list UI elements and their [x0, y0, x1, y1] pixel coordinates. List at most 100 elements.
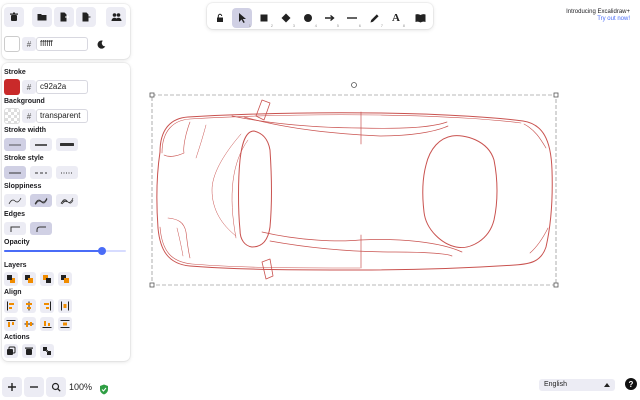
align-right-button[interactable]: [40, 299, 54, 313]
text-icon: A: [392, 12, 400, 24]
export-file-icon: [60, 12, 69, 22]
bring-forward-button[interactable]: [40, 272, 54, 286]
delete-button[interactable]: [22, 344, 36, 358]
reset-zoom-button[interactable]: [46, 377, 66, 397]
collaborate-button[interactable]: [106, 7, 126, 27]
selection-handles[interactable]: [149, 92, 559, 288]
stroke-width-thin[interactable]: [4, 138, 26, 151]
opacity-slider[interactable]: [4, 247, 126, 255]
stroke-width-extra-bold[interactable]: [56, 138, 78, 151]
round-corner-icon: [36, 226, 46, 232]
layers-label: Layers: [4, 262, 27, 269]
send-backward-icon: [25, 275, 33, 283]
duplicate-button[interactable]: [4, 344, 18, 358]
clear-canvas-button[interactable]: [4, 7, 24, 27]
send-to-back-button[interactable]: [4, 272, 18, 286]
top-left-panel: # ffffff: [2, 4, 130, 59]
library-tool[interactable]: [410, 8, 430, 28]
stroke-hex-input[interactable]: c92a2a: [36, 80, 88, 94]
rotation-handle[interactable]: [351, 82, 357, 88]
opacity-thumb[interactable]: [98, 247, 106, 255]
stroke-hash: #: [22, 80, 36, 94]
bring-to-front-icon: [61, 275, 69, 283]
align-bottom-button[interactable]: [40, 317, 54, 331]
zoom-in-button[interactable]: [2, 377, 22, 397]
link-button[interactable]: [40, 344, 54, 358]
sloppiness-cartoonist[interactable]: [56, 194, 78, 207]
help-button[interactable]: ?: [625, 378, 637, 390]
stroke-style-dashed[interactable]: [30, 166, 52, 179]
stroke-label: Stroke: [4, 69, 26, 76]
diamond-icon: [281, 13, 291, 23]
promo-banner[interactable]: Introducing Excalidraw+ Try out now!: [566, 9, 630, 23]
align-left-icon: [7, 301, 14, 311]
trash-icon: [25, 347, 33, 355]
distribute-horizontal-icon: [61, 301, 69, 311]
stroke-style-label: Stroke style: [4, 155, 44, 162]
caret-up-icon: [604, 383, 610, 387]
solid-line-icon: [9, 172, 21, 173]
language-value: English: [544, 381, 567, 388]
draw-tool[interactable]: 7: [364, 8, 384, 28]
align-bottom-icon: [42, 321, 52, 328]
book-icon: [415, 14, 425, 23]
canvas-bg-hash: #: [22, 37, 36, 51]
distribute-vertical-button[interactable]: [58, 317, 72, 331]
shortcut-number: 7: [380, 23, 383, 28]
sloppiness-label: Sloppiness: [4, 183, 42, 190]
sloppiness-artist[interactable]: [30, 194, 52, 207]
folder-icon: [37, 14, 47, 21]
theme-toggle[interactable]: [94, 37, 108, 51]
open-button[interactable]: [32, 7, 52, 27]
export-image-icon: [82, 12, 91, 22]
line-icon: [347, 17, 357, 19]
align-top-icon: [6, 320, 16, 327]
dotted-line-icon: [61, 172, 73, 173]
lock-tool[interactable]: [210, 8, 230, 28]
moon-icon: [97, 40, 105, 49]
align-top-button[interactable]: [4, 317, 18, 331]
shortcut-number: 8: [402, 23, 405, 28]
align-center-horizontal-button[interactable]: [22, 299, 36, 313]
zoom-out-button[interactable]: [24, 377, 44, 397]
export-image-button[interactable]: [76, 7, 96, 27]
background-label: Background: [4, 98, 45, 105]
background-hash: #: [22, 109, 36, 123]
language-select[interactable]: English: [539, 379, 615, 391]
bring-to-front-button[interactable]: [58, 272, 72, 286]
diamond-tool[interactable]: 3: [276, 8, 296, 28]
arrow-tool[interactable]: 5: [320, 8, 340, 28]
canvas-background-swatch[interactable]: [4, 36, 20, 52]
background-color-swatch[interactable]: [4, 108, 20, 124]
background-hex-input[interactable]: transparent: [36, 109, 88, 123]
stroke-style-dotted[interactable]: [56, 166, 78, 179]
sloppiness-architect[interactable]: [4, 194, 26, 207]
align-center-horizontal-icon: [26, 301, 32, 311]
save-button[interactable]: [54, 7, 74, 27]
promo-link[interactable]: Try out now!: [566, 16, 630, 23]
stroke-style-solid[interactable]: [4, 166, 26, 179]
plus-icon: [8, 383, 16, 391]
align-left-button[interactable]: [4, 299, 18, 313]
selection-tool[interactable]: 1: [232, 8, 252, 28]
edges-round[interactable]: [30, 222, 52, 235]
align-center-vertical-button[interactable]: [22, 317, 36, 331]
users-icon: [111, 13, 121, 21]
selection-box[interactable]: [151, 82, 557, 286]
thin-line-icon: [9, 144, 21, 145]
align-label: Align: [4, 289, 22, 296]
rectangle-tool[interactable]: 2: [254, 8, 274, 28]
encryption-indicator[interactable]: [99, 382, 109, 395]
line-tool[interactable]: 6: [342, 8, 362, 28]
ellipse-tool[interactable]: 4: [298, 8, 318, 28]
distribute-horizontal-button[interactable]: [58, 299, 72, 313]
shortcut-number: 1: [248, 23, 251, 28]
car-drawing[interactable]: [156, 99, 553, 280]
canvas-bg-hex-input[interactable]: ffffff: [36, 37, 88, 51]
stroke-width-bold[interactable]: [30, 138, 52, 151]
stroke-color-swatch[interactable]: [4, 79, 20, 95]
shortcut-number: 3: [292, 23, 295, 28]
send-backward-button[interactable]: [22, 272, 36, 286]
text-tool[interactable]: A 8: [386, 8, 406, 28]
edges-sharp[interactable]: [4, 222, 26, 235]
